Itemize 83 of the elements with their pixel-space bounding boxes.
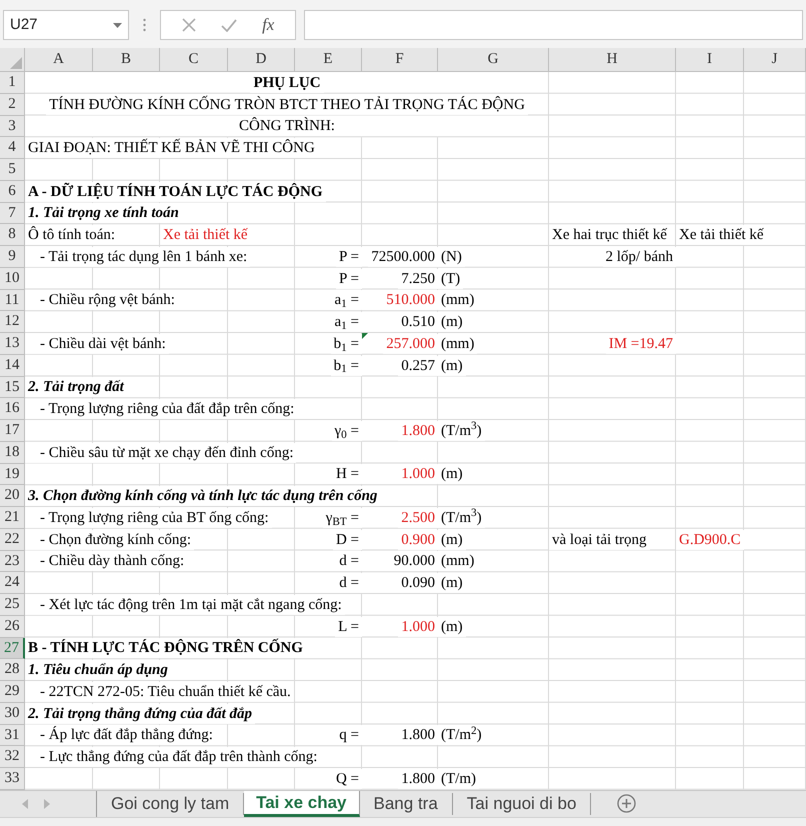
row-header[interactable]: 29 <box>0 681 25 703</box>
cell-text: - Tải trọng tác dụng lên 1 bánh xe: <box>25 246 250 267</box>
formula-input[interactable] <box>304 10 803 40</box>
cell-text: γ$_{BT}$ = <box>322 508 362 528</box>
row-header[interactable]: 26 <box>0 616 25 638</box>
cell-text: P = <box>336 246 362 267</box>
column-header[interactable]: H <box>549 48 676 71</box>
row-header[interactable]: 5 <box>0 159 25 181</box>
scroll-right-icon[interactable] <box>44 798 50 809</box>
sheet-tab[interactable]: Tai nguoi di bo <box>452 792 592 815</box>
row-header[interactable]: 12 <box>0 311 25 333</box>
check-icon[interactable] <box>220 18 237 32</box>
row-header[interactable]: 24 <box>0 572 25 594</box>
cell-reference: U27 <box>10 14 38 35</box>
cell-text: 1.800 <box>398 768 438 789</box>
row-header[interactable]: 4 <box>0 137 25 159</box>
row-header[interactable]: 11 <box>0 290 25 312</box>
cell-text: - Chiều dài vệt bánh: <box>25 334 169 354</box>
cell-text: (T/m$^{3}$) <box>438 420 485 441</box>
cell-text: 72500.000 <box>368 246 438 267</box>
subsection-heading: 2. Tải trọng đất <box>25 377 127 398</box>
row-header[interactable]: 7 <box>0 202 25 224</box>
row-header[interactable]: 8 <box>0 224 25 246</box>
row-header[interactable]: 22 <box>0 528 25 550</box>
cell-text: P = <box>336 268 362 289</box>
row-header[interactable]: 19 <box>0 464 25 486</box>
row-header[interactable]: 13 <box>0 333 25 355</box>
add-sheet-icon[interactable] <box>617 794 636 813</box>
column-header[interactable]: I <box>676 48 744 71</box>
column-header[interactable]: G <box>438 48 549 71</box>
cell-text: - Trọng lượng riêng của BT ống cống: <box>25 508 272 528</box>
row-header[interactable]: 6 <box>0 180 25 202</box>
row-header[interactable]: 31 <box>0 724 25 746</box>
row-header[interactable]: 32 <box>0 746 25 768</box>
row-header[interactable]: 28 <box>0 659 25 681</box>
name-box[interactable]: U27 <box>3 10 129 40</box>
insert-function-button[interactable]: fx <box>262 12 274 38</box>
scroll-left-icon[interactable] <box>22 798 28 809</box>
row-header[interactable]: 16 <box>0 398 25 420</box>
row-header[interactable]: 17 <box>0 420 25 442</box>
row-header[interactable]: 27 <box>0 638 25 660</box>
row-header[interactable]: 3 <box>0 116 25 138</box>
section-heading: A - DỮ LIỆU TÍNH TOÁN LỰC TÁC ĐỘNG <box>25 182 326 202</box>
cell-text: 1.800 <box>398 420 438 441</box>
cell-text: (T/m$^{3}$) <box>438 508 485 528</box>
cell-text: b$_{1}$ = <box>330 356 362 376</box>
cell-text: 2 lốp/ bánh <box>602 246 676 267</box>
row-header[interactable]: 1 <box>0 72 25 94</box>
cell-text: 2.500 <box>398 508 438 528</box>
cell-text: b$_{1}$ = <box>330 334 362 354</box>
caret-icon <box>113 22 122 28</box>
row-header[interactable]: 21 <box>0 507 25 529</box>
cell-text: 257.000 <box>383 334 438 354</box>
select-all-icon[interactable] <box>10 57 22 69</box>
cell-text: γ$_{0}$ = <box>332 420 362 441</box>
row-header[interactable]: 10 <box>0 268 25 290</box>
row-header[interactable]: 23 <box>0 550 25 572</box>
grip-icon <box>143 18 146 32</box>
row-header[interactable]: 25 <box>0 594 25 616</box>
cancel-icon[interactable] <box>182 18 196 32</box>
row-header[interactable]: 20 <box>0 485 25 507</box>
row-header[interactable]: 14 <box>0 354 25 376</box>
column-header[interactable]: C <box>160 48 228 71</box>
cell-text: - Xét lực tác động trên 1m tại mặt cắt ngang cống: <box>25 594 345 615</box>
column-header[interactable]: D <box>228 48 295 71</box>
sheet-tab[interactable]: Bang tra <box>360 792 453 815</box>
row-header[interactable]: 30 <box>0 702 25 724</box>
row-header[interactable]: 2 <box>0 94 25 116</box>
cell-text: Xe tải thiết kế <box>676 225 767 246</box>
column-header[interactable]: J <box>744 48 806 71</box>
sheet-tab[interactable]: Tai xe chay <box>244 790 360 817</box>
cell-text: - 22TCN 272-05: Tiêu chuẩn thiết kế cầu. <box>25 682 294 702</box>
cell-text: IM =19.47 <box>606 334 676 354</box>
column-header[interactable]: A <box>25 48 93 71</box>
column-header[interactable]: E <box>295 48 362 71</box>
row-header[interactable]: 33 <box>0 768 25 790</box>
cell-text: Q = <box>332 768 362 789</box>
row-header[interactable]: 9 <box>0 246 25 268</box>
row-header[interactable]: 18 <box>0 442 25 464</box>
row-header[interactable]: 15 <box>0 376 25 398</box>
cell-text: Xe tải thiết kế <box>160 225 251 246</box>
column-header[interactable]: F <box>362 48 438 71</box>
column-header[interactable]: B <box>93 48 160 71</box>
